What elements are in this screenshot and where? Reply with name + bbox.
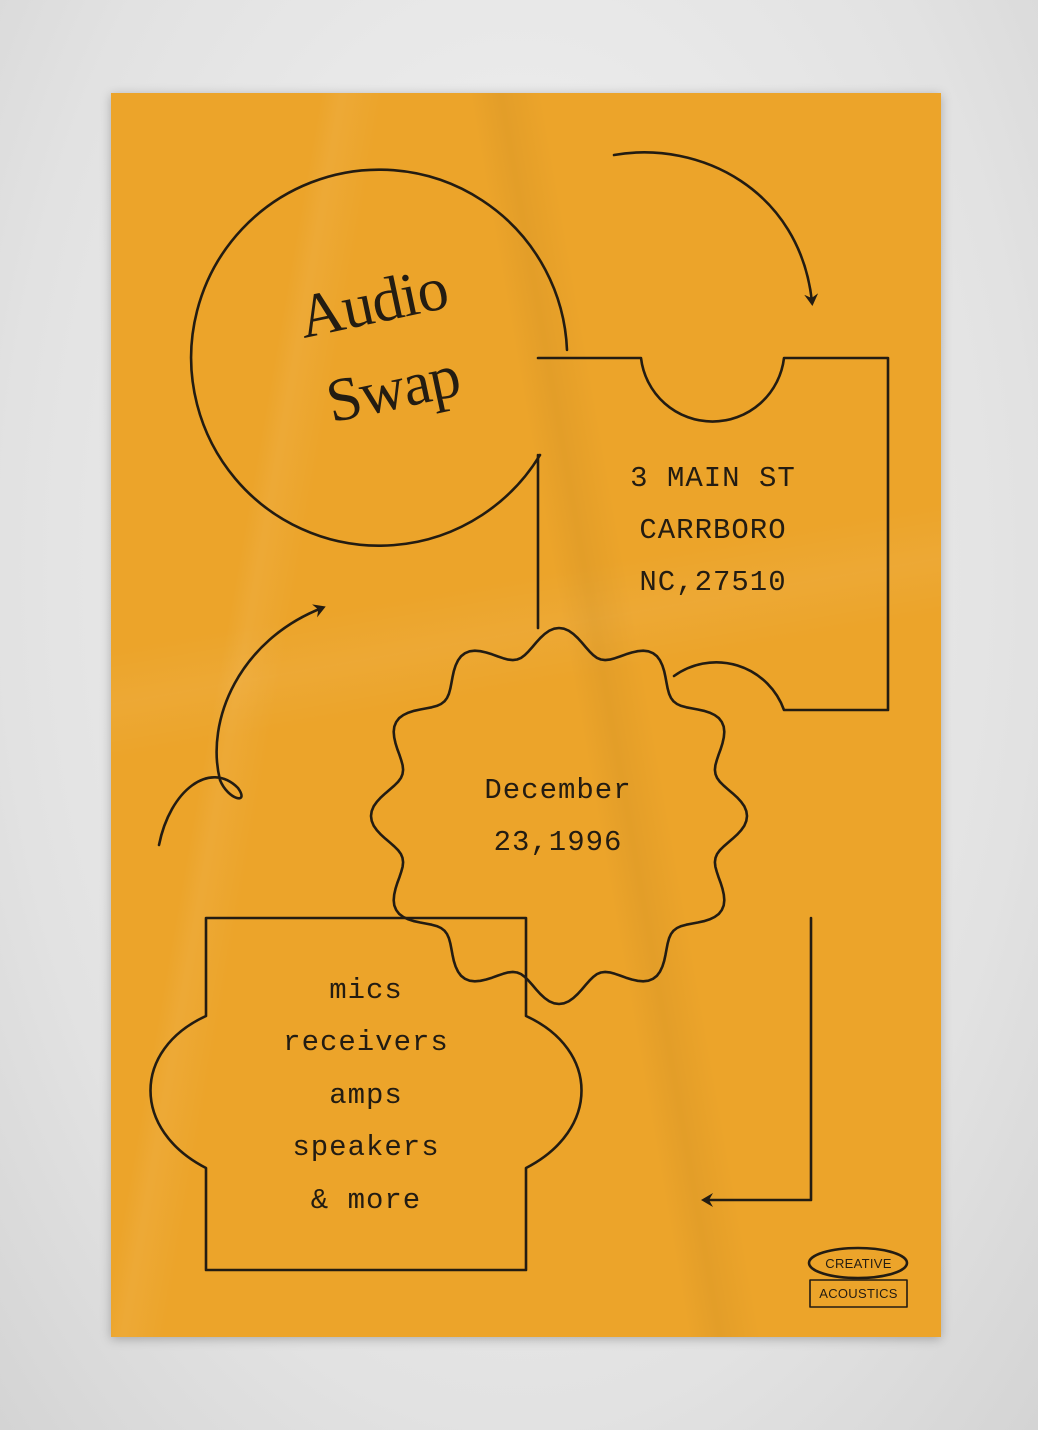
item-more: & more — [310, 1184, 422, 1217]
item-mics: mics — [329, 974, 403, 1007]
arrow-bottom-right — [701, 916, 813, 1207]
address-line-2: CARRBORO — [639, 514, 787, 547]
item-receivers: receivers — [283, 1026, 449, 1059]
address-line-3: NC,27510 — [639, 566, 787, 599]
date-wavy-badge — [369, 626, 749, 1006]
address-line-1: 3 MAIN ST — [630, 462, 796, 495]
arrow-left-loop — [157, 604, 326, 847]
logo-creative: CREATIVE — [825, 1256, 892, 1271]
date-line-2: 23,1996 — [493, 826, 623, 859]
item-speakers: speakers — [292, 1131, 440, 1164]
arrow-top-right — [612, 151, 819, 306]
item-amps: amps — [329, 1079, 403, 1112]
logo-acoustics: ACOUSTICS — [819, 1286, 898, 1301]
date-line-1: December — [484, 774, 632, 807]
